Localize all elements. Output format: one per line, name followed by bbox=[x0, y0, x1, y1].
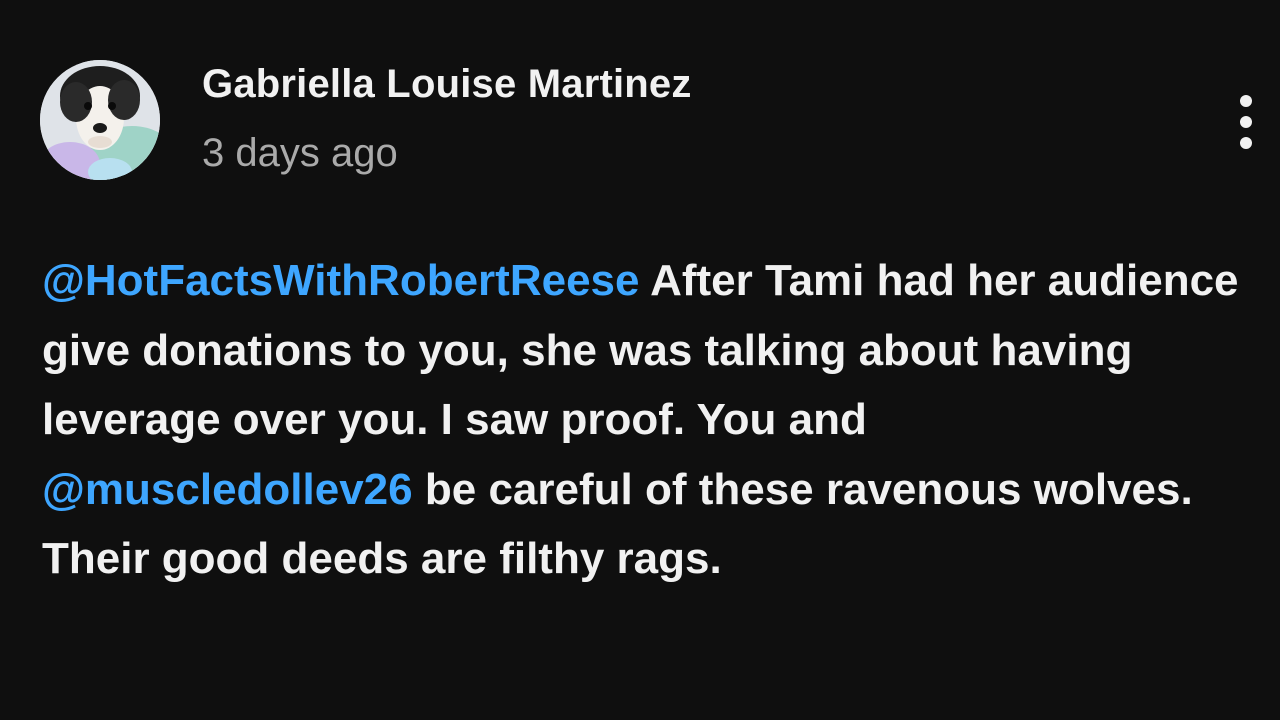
avatar[interactable] bbox=[40, 60, 160, 180]
dog-avatar-image bbox=[40, 60, 160, 180]
comment-card: Gabriella Louise Martinez 3 days ago @Ho… bbox=[0, 0, 1280, 720]
mention-link[interactable]: @HotFactsWithRobertReese bbox=[42, 256, 639, 305]
comment-author[interactable]: Gabriella Louise Martinez bbox=[202, 62, 692, 107]
menu-dot bbox=[1240, 116, 1252, 128]
comment-timestamp: 3 days ago bbox=[202, 131, 398, 175]
menu-dot bbox=[1240, 137, 1252, 149]
mention-link[interactable]: @muscledollev26 bbox=[42, 465, 413, 514]
comment-body: @HotFactsWithRobertReese After Tami had … bbox=[42, 246, 1247, 594]
more-vertical-icon[interactable] bbox=[1222, 86, 1270, 158]
menu-dot bbox=[1240, 95, 1252, 107]
